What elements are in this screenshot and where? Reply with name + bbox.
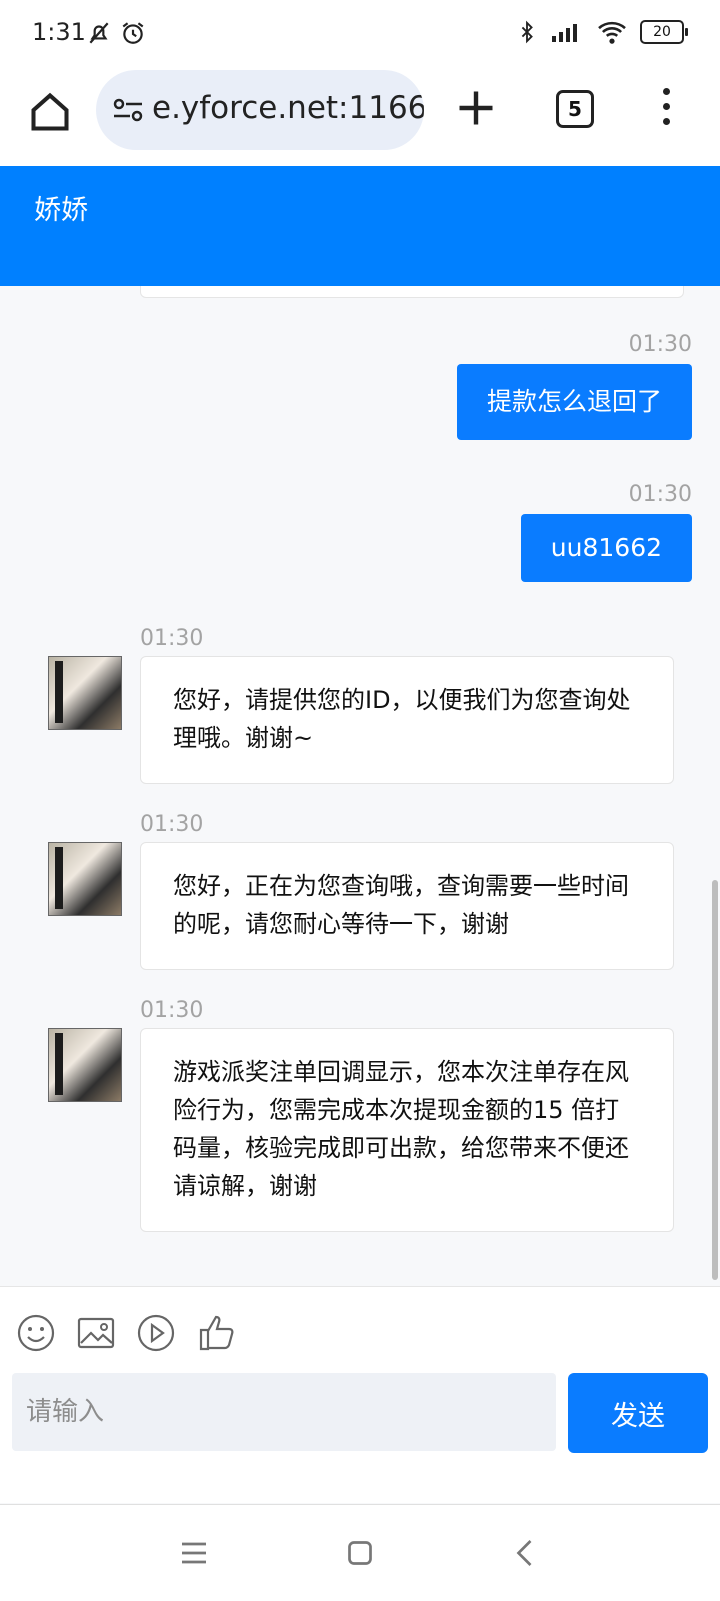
chat-title: 娇娇 bbox=[34, 195, 88, 226]
outgoing-message: 提款怎么退回了 bbox=[456, 364, 692, 440]
url-text: e.yforce.net:1166 bbox=[152, 90, 424, 126]
incoming-message: 您好，请提供您的ID，以便我们为您查询处理哦。谢谢~ bbox=[140, 656, 674, 784]
scrollbar[interactable] bbox=[712, 880, 718, 1280]
alarm-icon bbox=[122, 22, 144, 44]
thumbs-up-icon[interactable] bbox=[196, 1313, 236, 1353]
image-icon[interactable] bbox=[76, 1313, 116, 1353]
bell-muted-icon bbox=[89, 22, 109, 44]
message-time: 01:30 bbox=[628, 332, 692, 357]
send-button[interactable]: 发送 bbox=[568, 1373, 708, 1453]
message-time: 01:30 bbox=[140, 812, 204, 837]
message-time: 01:30 bbox=[628, 482, 692, 507]
composer: 发送 bbox=[0, 1286, 720, 1503]
chat-header: 娇娇 bbox=[0, 166, 720, 286]
new-tab-plus-icon[interactable] bbox=[454, 86, 498, 130]
signal-icon bbox=[552, 24, 577, 42]
message-time: 01:30 bbox=[140, 626, 204, 651]
agent-avatar[interactable] bbox=[48, 842, 122, 916]
status-bar: 1:31 20 bbox=[0, 0, 720, 70]
agent-avatar[interactable] bbox=[48, 656, 122, 730]
home-square-icon[interactable] bbox=[342, 1535, 378, 1571]
address-bar[interactable]: e.yforce.net:1166 bbox=[96, 70, 424, 150]
message-bubble-partial bbox=[140, 286, 684, 298]
menu-lines-icon[interactable] bbox=[176, 1535, 212, 1571]
more-menu-icon[interactable] bbox=[660, 88, 672, 132]
incoming-message: 您好，正在为您查询哦，查询需要一些时间的呢，请您耐心等待一下，谢谢 bbox=[140, 842, 674, 970]
browser-toolbar: e.yforce.net:1166 5 bbox=[0, 70, 720, 167]
message-list[interactable]: 01:30 提款怎么退回了 01:30 uu81662 01:30 您好，请提供… bbox=[0, 286, 720, 1286]
video-icon[interactable] bbox=[136, 1313, 176, 1353]
wifi-icon bbox=[598, 21, 626, 44]
message-input[interactable] bbox=[12, 1373, 556, 1451]
agent-avatar[interactable] bbox=[48, 1028, 122, 1102]
system-nav-bar bbox=[0, 1504, 720, 1601]
message-time: 01:30 bbox=[140, 998, 204, 1023]
back-chevron-icon[interactable] bbox=[508, 1535, 544, 1571]
bluetooth-icon bbox=[521, 20, 533, 44]
incoming-message: 游戏派奖注单回调显示，您本次注单存在风险行为，您需完成本次提现金额的15 倍打码… bbox=[140, 1028, 674, 1232]
outgoing-message: uu81662 bbox=[520, 514, 692, 582]
site-settings-icon[interactable] bbox=[112, 96, 144, 124]
home-icon[interactable] bbox=[28, 90, 72, 134]
status-time: 1:31 bbox=[32, 18, 86, 46]
battery-indicator: 20 bbox=[640, 20, 688, 44]
tab-switcher-button[interactable]: 5 bbox=[556, 90, 594, 128]
emoji-icon[interactable] bbox=[16, 1313, 56, 1353]
